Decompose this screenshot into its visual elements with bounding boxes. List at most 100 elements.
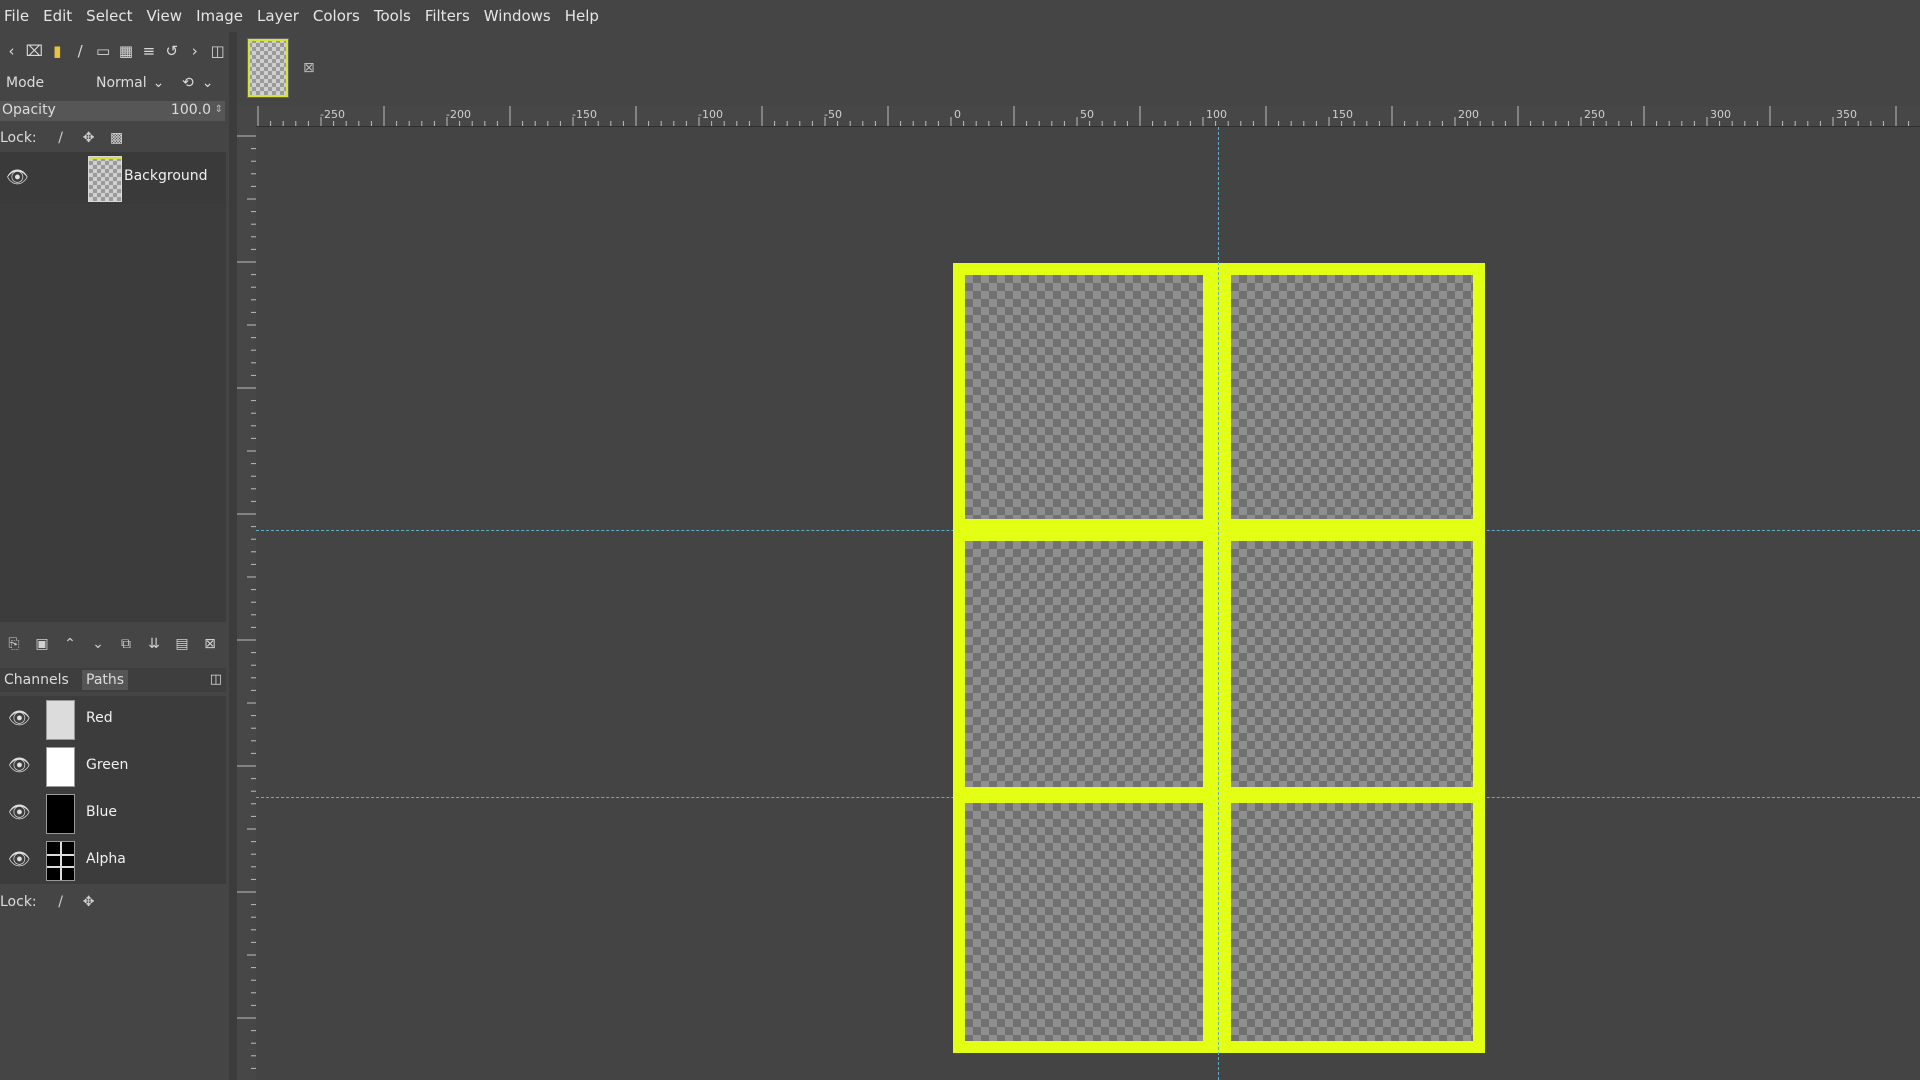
lock-position-icon[interactable]: ✥ — [75, 894, 103, 910]
menu-help[interactable]: Help — [558, 0, 606, 32]
ruler-label: 250 — [1584, 108, 1605, 121]
menu-colors[interactable]: Colors — [306, 0, 367, 32]
menu-edit[interactable]: Edit — [36, 0, 79, 32]
duplicate-layer-icon[interactable]: ⧉ — [112, 636, 140, 652]
layer-thumbnail — [88, 156, 122, 202]
ruler-label: 50 — [1080, 108, 1094, 121]
device-status-icon[interactable]: ▭ — [92, 38, 115, 64]
chevron-down-icon: ⌄ — [152, 75, 165, 91]
ruler-label: -100 — [698, 108, 723, 121]
guide-vertical[interactable] — [1218, 127, 1219, 1080]
grid-cell — [1231, 275, 1473, 519]
mode-select[interactable]: Normal ⌄ — [96, 75, 164, 91]
chevron-down-icon[interactable]: ⌄ — [202, 75, 214, 91]
opacity-label: Opacity — [2, 102, 56, 118]
delete-layer-icon[interactable]: ⊠ — [196, 636, 224, 652]
lock-pixels-icon[interactable]: / — [47, 130, 75, 146]
eye-icon[interactable]: 👁 — [6, 167, 29, 189]
paint-brush-icon[interactable]: / — [69, 38, 92, 64]
mode-extra: ⟲ ⌄ — [182, 75, 213, 91]
tab-channels[interactable]: Channels — [0, 670, 73, 690]
lock-alpha-icon[interactable]: ▩ — [103, 130, 131, 146]
ruler-label: -150 — [572, 108, 597, 121]
menu-windows[interactable]: Windows — [477, 0, 558, 32]
dock-menu-icon[interactable]: ◫ — [206, 38, 229, 64]
undo-history-icon[interactable]: ↺ — [160, 38, 183, 64]
layer-name: Background — [124, 168, 208, 184]
eye-icon[interactable]: 👁 — [8, 755, 31, 777]
menubar: File Edit Select View Image Layer Colors… — [0, 0, 1920, 32]
chevron-right-icon[interactable]: › — [183, 38, 206, 64]
new-layer-icon[interactable]: ⎘ — [0, 636, 28, 652]
channel-row-blue[interactable]: 👁 Blue — [0, 790, 226, 836]
tab-paths[interactable]: Paths — [82, 670, 129, 690]
layers-stack-icon[interactable]: ≡ — [137, 38, 160, 64]
menu-select[interactable]: Select — [79, 0, 139, 32]
ruler-left[interactable] — [237, 126, 257, 1080]
channel-thumbnail — [46, 700, 75, 740]
menu-filters[interactable]: Filters — [418, 0, 477, 32]
ruler-left-ticks — [237, 135, 256, 1069]
dock-toolbar: ‹ ⌧ ▮ / ▭ ▦ ≡ ↺ › ◫ — [0, 36, 229, 66]
image-tabs: ⊠ — [237, 32, 1920, 108]
image-tab-thumbnail[interactable] — [247, 38, 289, 98]
menu-image[interactable]: Image — [189, 0, 250, 32]
channel-name: Green — [86, 757, 129, 773]
ruler-corner[interactable] — [237, 106, 256, 126]
layer-lock-row: Lock: / ✥ ▩ — [0, 126, 229, 150]
tab-menu-icon[interactable]: ◫ — [210, 672, 222, 687]
merge-layer-icon[interactable]: ⇊ — [140, 636, 168, 652]
ruler-label: 0 — [954, 108, 961, 121]
mode-label: Mode — [6, 75, 45, 91]
grid-cell — [965, 275, 1203, 519]
channels-list: 👁 Red 👁 Green 👁 Blue 👁 Alpha — [0, 696, 226, 884]
menu-tools[interactable]: Tools — [367, 0, 418, 32]
image-canvas[interactable] — [256, 127, 1920, 1080]
grid-cell — [1231, 803, 1473, 1041]
spin-arrows-icon[interactable]: ⇕ — [215, 104, 223, 115]
ruler-label: -250 — [320, 108, 345, 121]
ruler-label: 100 — [1206, 108, 1227, 121]
ruler-label: 150 — [1332, 108, 1353, 121]
brushes-icon[interactable]: ▮ — [46, 38, 69, 64]
lock-label: Lock: — [0, 894, 37, 910]
close-icon[interactable]: ⊠ — [303, 60, 315, 76]
ruler-label: -50 — [824, 108, 842, 121]
menu-file[interactable]: File — [0, 0, 36, 32]
channel-name: Red — [86, 710, 113, 726]
chevron-left-icon[interactable]: ‹ — [0, 38, 23, 64]
lock-position-icon[interactable]: ✥ — [75, 130, 103, 146]
layer-buttons: ⎘ ▣ ⌃ ⌄ ⧉ ⇊ ▤ ⊠ — [0, 632, 229, 656]
channel-row-red[interactable]: 👁 Red — [0, 696, 226, 742]
grid-cell — [965, 803, 1203, 1041]
channel-row-green[interactable]: 👁 Green — [0, 743, 226, 789]
lock-label: Lock: — [0, 130, 37, 146]
mask-layer-icon[interactable]: ▤ — [168, 636, 196, 652]
mode-row: Mode Normal ⌄ ⟲ ⌄ — [0, 70, 229, 96]
eye-icon[interactable]: 👁 — [8, 849, 31, 871]
raise-layer-icon[interactable]: ⌃ — [56, 636, 84, 652]
channel-row-alpha[interactable]: 👁 Alpha — [0, 837, 226, 883]
channels-tabs: Channels Paths ◫ — [0, 668, 226, 692]
lower-layer-icon[interactable]: ⌄ — [84, 636, 112, 652]
ruler-top[interactable]: -250 -200 -150 -100 -50 0 50 100 150 200… — [256, 106, 1920, 127]
eye-icon[interactable]: 👁 — [8, 708, 31, 730]
reset-mode-icon[interactable]: ⟲ — [182, 75, 194, 91]
menu-layer[interactable]: Layer — [250, 0, 306, 32]
ruler-label: 300 — [1710, 108, 1731, 121]
images-icon[interactable]: ▦ — [115, 38, 138, 64]
ruler-label: 200 — [1458, 108, 1479, 121]
mode-value: Normal — [96, 75, 147, 91]
channel-thumbnail — [46, 794, 75, 834]
new-layer-group-icon[interactable]: ▣ — [28, 636, 56, 652]
grid-cell — [965, 541, 1203, 787]
menu-view[interactable]: View — [139, 0, 189, 32]
dock-divider[interactable] — [229, 32, 237, 1080]
opacity-value: 100.0 — [170, 102, 211, 118]
eye-icon[interactable]: 👁 — [8, 802, 31, 824]
opacity-slider[interactable]: Opacity 100.0 ⇕ — [0, 101, 225, 121]
layer-row[interactable]: 👁 Background — [0, 152, 226, 204]
channel-name: Blue — [86, 804, 117, 820]
tool-options-icon[interactable]: ⌧ — [23, 38, 46, 64]
lock-pixels-icon[interactable]: / — [47, 894, 75, 910]
